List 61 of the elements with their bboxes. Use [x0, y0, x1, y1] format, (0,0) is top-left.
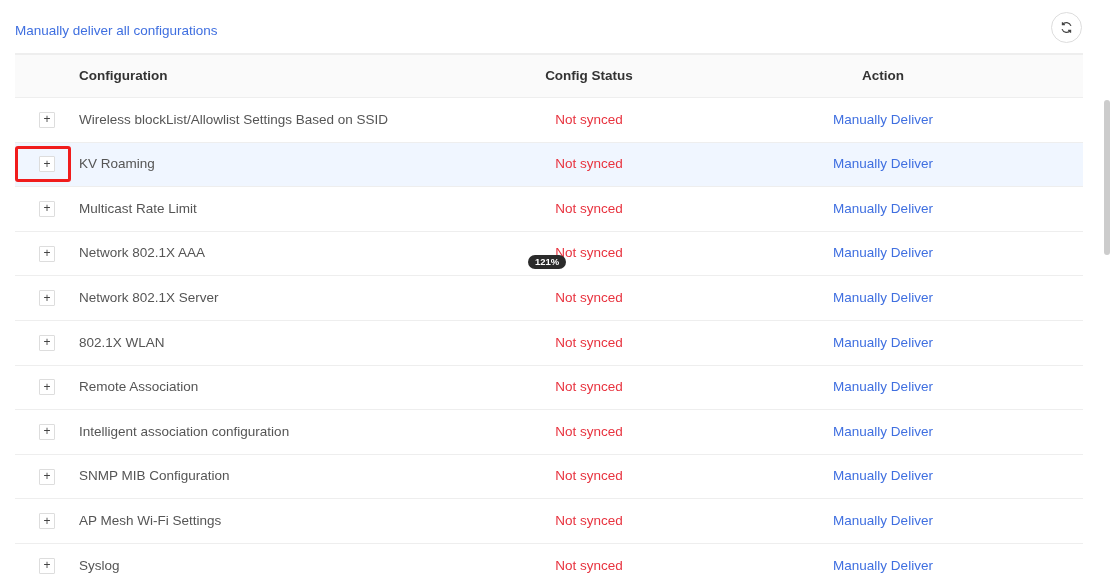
manually-deliver-link[interactable]: Manually Deliver	[833, 513, 933, 528]
table-row[interactable]: + Remote Association Not synced Manually Deliver	[15, 365, 1083, 411]
configuration-name: Multicast Rate Limit	[79, 200, 197, 216]
sync-status: Not synced	[555, 200, 623, 216]
column-header: Action	[862, 67, 904, 83]
sync-status: Not synced	[555, 290, 623, 306]
configuration-name: KV Roaming	[79, 156, 155, 172]
table-row[interactable]: + 802.1X WLAN Not synced Manually Deliver	[15, 320, 1083, 366]
expand-button[interactable]: +	[39, 379, 55, 396]
refresh-button[interactable]	[1051, 12, 1082, 43]
configuration-name: Syslog	[79, 557, 120, 573]
manually-deliver-link[interactable]: Manually Deliver	[833, 468, 933, 484]
configuration-name: SNMP MIB Configuration	[79, 468, 230, 484]
refresh-icon	[1060, 21, 1073, 34]
table-row[interactable]: + KV Roaming Not synced Manually Deliver	[15, 142, 1083, 188]
manually-deliver-link[interactable]: Manually Deliver	[833, 111, 933, 127]
table-row[interactable]: + Intelligent association configuration Not synced Manually Deliver	[15, 410, 1083, 455]
configuration-name: Network 802.1X Server	[79, 290, 219, 306]
deliver-all-link[interactable]: Manually deliver all configurations	[15, 21, 218, 42]
manually-deliver-link[interactable]: Manually Deliver	[833, 156, 933, 172]
configuration-name: 802.1X WLAN	[79, 334, 165, 350]
manually-deliver-link[interactable]: Manually Deliver	[833, 379, 933, 395]
expand-button[interactable]: +	[39, 201, 55, 217]
configuration-name: Intelligent association configuration	[79, 423, 290, 439]
sync-status: Not synced	[555, 513, 623, 528]
manually-deliver-link[interactable]: Manually Deliver	[833, 557, 933, 573]
table-row[interactable]: + Syslog Not synced Manually Deliver	[15, 543, 1083, 579]
sync-status: Not synced	[555, 468, 623, 484]
sync-status: Not synced	[555, 111, 623, 127]
scrollbar-thumb[interactable]	[1104, 100, 1110, 255]
configuration-name: Wireless blockList/Allowlist Settings Based on SSID	[79, 111, 389, 127]
expand-button[interactable]: +	[39, 290, 55, 307]
sync-status: Not synced	[555, 423, 623, 439]
table-row[interactable]: + SNMP MIB Configuration Not synced Manually Deliver	[15, 454, 1083, 500]
table-row[interactable]: + Network 802.1X Server Not synced Manually Deliver	[15, 276, 1083, 321]
table-row[interactable]: + Multicast Rate Limit Not synced Manually Deliver	[15, 187, 1083, 232]
expand-button[interactable]: +	[39, 423, 55, 440]
sync-status: Not synced	[555, 334, 623, 350]
manually-deliver-link[interactable]: Manually Deliver	[833, 200, 933, 216]
sync-status: Not synced	[555, 557, 623, 573]
column-header: Configuration	[79, 67, 168, 83]
sync-status: Not synced	[555, 156, 623, 172]
configuration-name: Network 802.1X AAA	[79, 245, 206, 261]
configuration-name: Remote Association	[79, 379, 199, 395]
manually-deliver-link[interactable]: Manually Deliver	[833, 423, 933, 439]
manually-deliver-link[interactable]: Manually Deliver	[833, 334, 933, 350]
table-row[interactable]: + Wireless blockList/Allowlist Settings Based on SSID Not synced Manually Deliver	[15, 98, 1083, 143]
sync-status: Not synced	[555, 379, 623, 395]
expand-button[interactable]: +	[39, 513, 55, 530]
column-header: Config Status	[545, 67, 633, 83]
configuration-name: AP Mesh Wi-Fi Settings	[79, 513, 222, 528]
manually-deliver-link[interactable]: Manually Deliver	[833, 290, 933, 306]
expand-button[interactable]: +	[39, 334, 55, 351]
expand-button[interactable]: +	[39, 557, 55, 574]
manually-deliver-link[interactable]: Manually Deliver	[833, 245, 933, 261]
expand-button[interactable]: +	[39, 468, 55, 485]
table-row[interactable]: + AP Mesh Wi-Fi Settings Not synced Manually Deliver	[15, 499, 1083, 544]
table-row[interactable]: + Network 802.1X AAA Not synced 121% Manually Deliver	[15, 231, 1083, 277]
expand-button[interactable]: +	[39, 111, 55, 128]
expand-button[interactable]: +	[39, 156, 55, 173]
expand-button[interactable]: +	[39, 245, 55, 262]
